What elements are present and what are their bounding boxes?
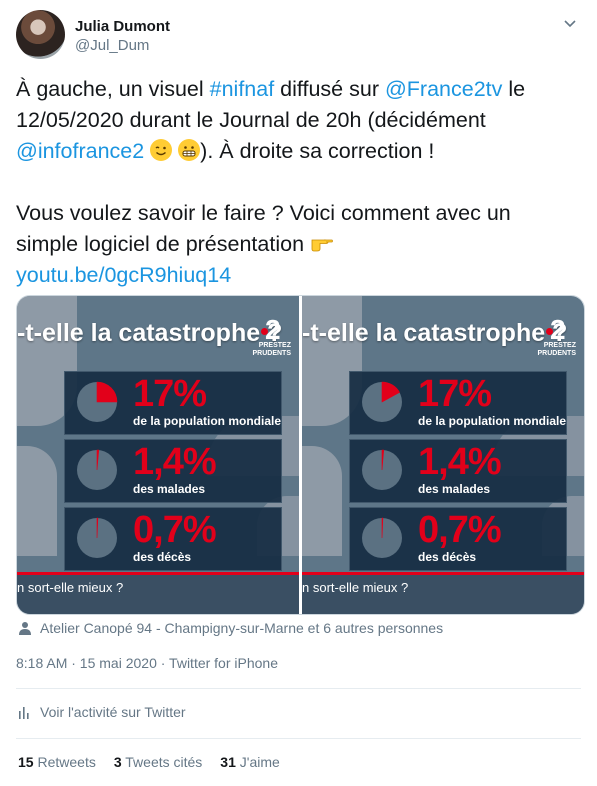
stat-box: 1,4% des malades	[349, 439, 567, 503]
author-name[interactable]: Julia Dumont	[75, 18, 170, 35]
pie-chart-icon	[77, 517, 117, 558]
tweet-text: À gauche, un visuel #nifnaf diffusé sur …	[16, 74, 576, 291]
france2-logo: 2 PRESTEZ PRUDENTS	[252, 314, 291, 357]
youtube-link[interactable]: youtu.be/0gcR9hiuq14	[16, 263, 231, 287]
retweets-count[interactable]: 15 Retweets	[18, 754, 96, 770]
stat-caption: des malades	[418, 482, 491, 496]
mention-link-france2tv[interactable]: @France2tv	[385, 77, 502, 101]
pie-chart-icon	[362, 449, 402, 490]
media-image-left[interactable]: -t-elle la catastrophe ? 2 PRESTEZ PRUDEN…	[17, 296, 299, 614]
grimace-emoji	[178, 139, 201, 161]
likes-count[interactable]: 31 J'aime	[220, 754, 280, 770]
stat-box: 17% de la population mondiale	[64, 371, 282, 435]
chevron-down-icon[interactable]	[563, 16, 577, 30]
stat-percent: 1,4%	[133, 441, 217, 483]
author-handle[interactable]: @Jul_Dum	[75, 37, 149, 54]
tagged-people[interactable]: Atelier Canopé 94 - Champigny-sur-Marne …	[18, 620, 443, 636]
pie-chart-icon	[77, 449, 117, 490]
media-gallery[interactable]: -t-elle la catastrophe ? 2 PRESTEZ PRUDEN…	[16, 295, 585, 615]
divider	[16, 738, 581, 739]
tweet-text-part: À gauche, un visuel	[16, 77, 210, 101]
bottom-banner: n sort-elle mieux ?	[17, 572, 299, 614]
stat-percent: 0,7%	[418, 509, 502, 551]
quote-tweets-count[interactable]: 3 Tweets cités	[114, 754, 202, 770]
person-icon	[19, 622, 31, 635]
stat-caption: des malades	[133, 482, 206, 496]
tweet-text-part: Vous voulez savoir le faire ? Voici comm…	[16, 201, 511, 256]
stat-caption: de la population mondiale	[133, 414, 282, 428]
stat-percent: 17%	[133, 373, 207, 415]
tweet-text-part: diffusé sur	[274, 77, 385, 101]
stat-percent: 1,4%	[418, 441, 502, 483]
pie-chart-icon	[362, 381, 402, 422]
stat-percent: 17%	[418, 373, 492, 415]
pie-chart-icon	[362, 517, 402, 558]
tweet-header: Julia Dumont @Jul_Dum	[16, 10, 581, 62]
view-activity-link[interactable]: Voir l'activité sur Twitter	[18, 704, 186, 720]
stat-caption: des décès	[133, 550, 192, 564]
stat-caption: des décès	[418, 550, 477, 564]
stat-box: 1,4% des malades	[64, 439, 282, 503]
point-right-emoji	[310, 232, 333, 254]
stat-box: 0,7% des décès	[64, 507, 282, 571]
stat-caption: de la population mondiale	[418, 414, 567, 428]
stat-box: 0,7% des décès	[349, 507, 567, 571]
bottom-banner: n sort-elle mieux ?	[302, 572, 584, 614]
engagement-stats: 15 Retweets 3 Tweets cités 31 J'aime	[18, 754, 298, 770]
tagged-people-text[interactable]: Atelier Canopé 94 - Champigny-sur-Marne …	[40, 620, 443, 636]
avatar[interactable]	[16, 10, 65, 59]
tweet-text-part: ). À droite sa correction !	[200, 139, 435, 163]
activity-chart-icon	[19, 707, 29, 719]
bottom-banner-text: n sort-elle mieux ?	[17, 580, 124, 595]
map-landmass	[17, 446, 57, 556]
hashtag-link[interactable]: #nifnaf	[210, 77, 275, 101]
divider	[16, 688, 581, 689]
bottom-banner-text: n sort-elle mieux ?	[302, 580, 409, 595]
pie-chart-icon	[77, 381, 118, 422]
view-activity-label[interactable]: Voir l'activité sur Twitter	[40, 704, 186, 720]
media-image-right[interactable]: -t-elle la catastrophe ? 2 PRESTEZ PRUDEN…	[302, 296, 584, 614]
tweet-timestamp[interactable]: 8:18 AM · 15 mai 2020 · Twitter for iPho…	[16, 655, 278, 671]
stat-percent: 0,7%	[133, 509, 217, 551]
map-landmass	[302, 446, 342, 556]
pie-slice	[96, 381, 118, 403]
stat-box: 17% de la population mondiale	[349, 371, 567, 435]
france2-logo: 2 PRESTEZ PRUDENTS	[537, 314, 576, 357]
mention-link-infofrance2[interactable]: @infofrance2	[16, 139, 144, 163]
wink-emoji	[150, 139, 173, 161]
